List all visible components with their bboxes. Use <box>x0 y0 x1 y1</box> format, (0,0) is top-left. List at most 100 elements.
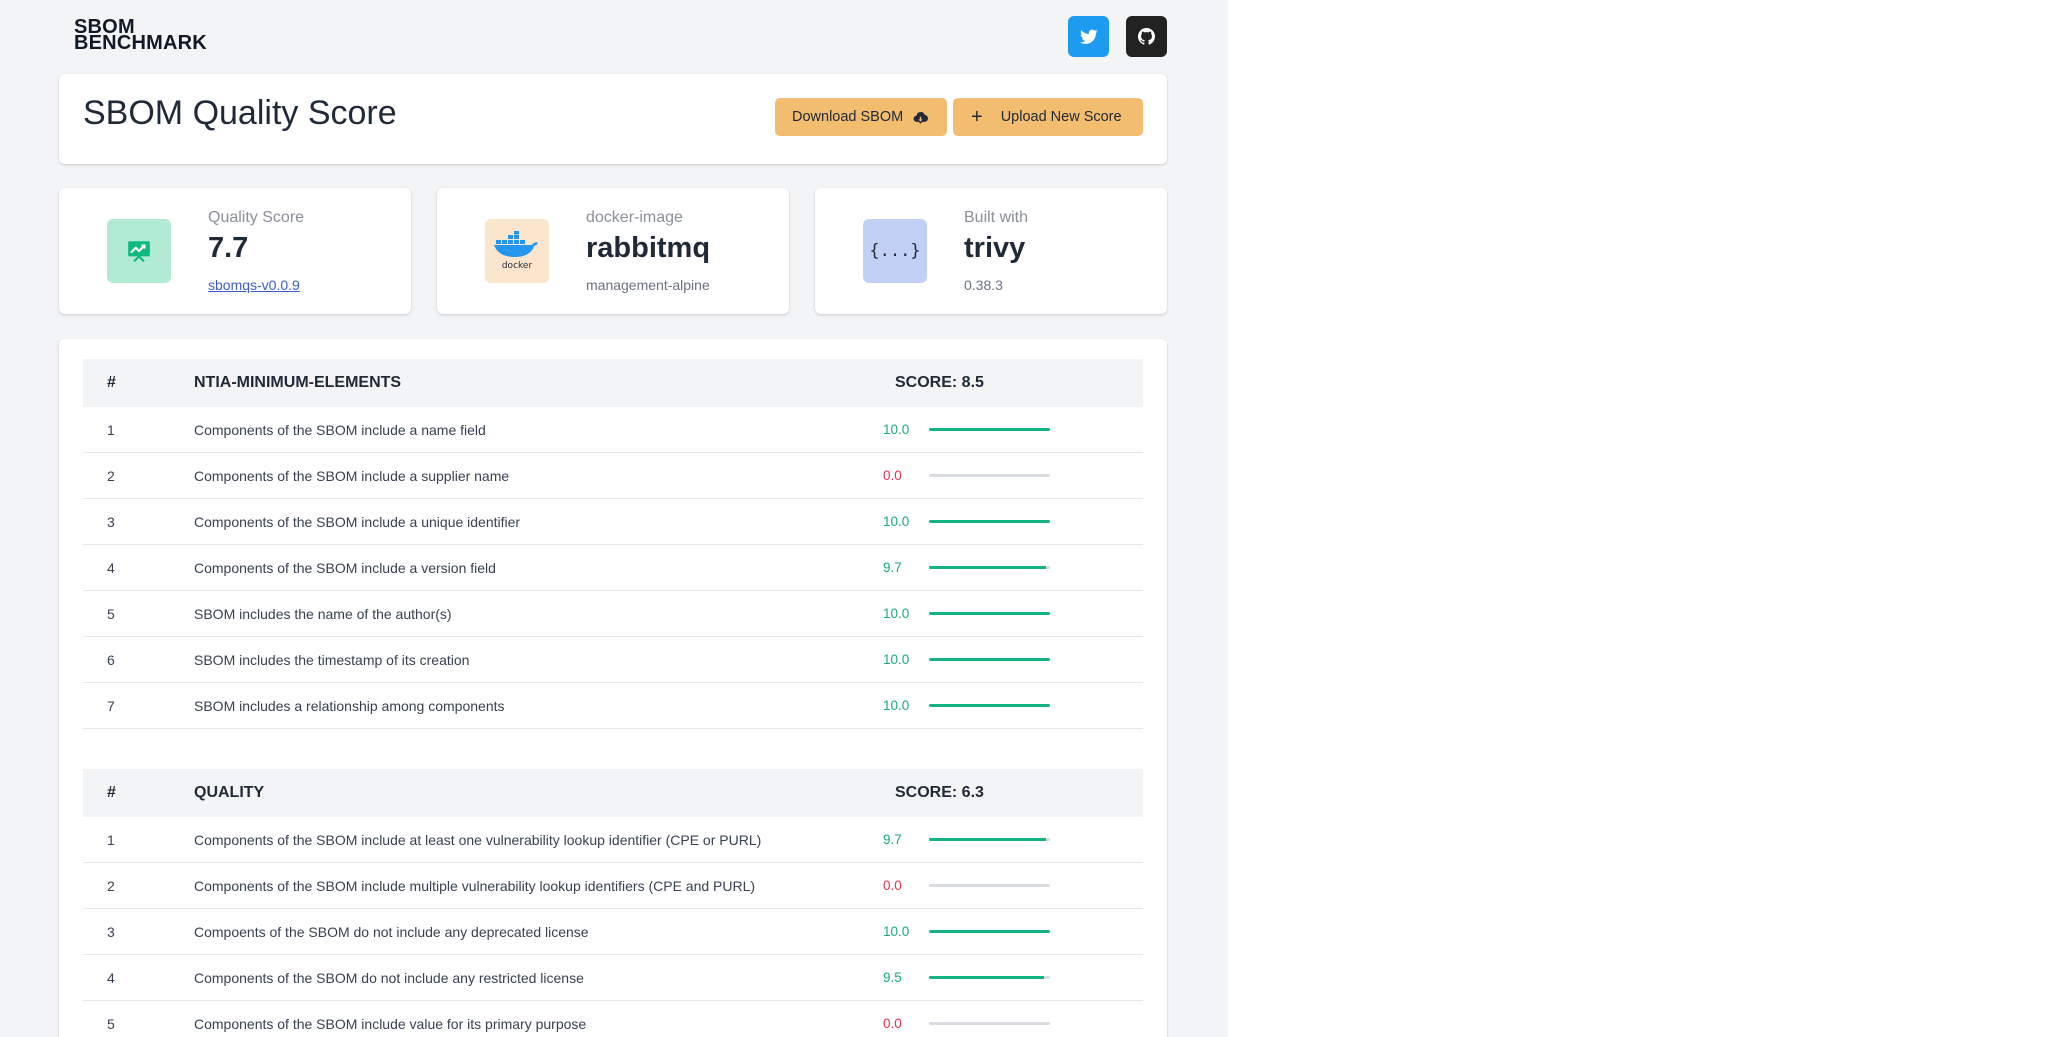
row-score-bar-fill <box>929 976 1044 979</box>
row-description: Components of the SBOM include value for… <box>194 1016 587 1032</box>
row-score-value: 9.7 <box>883 560 902 575</box>
score-tables-card: # NTIA-MINIMUM-ELEMENTS SCORE: 8.5 1 Comp… <box>59 339 1167 1037</box>
table-row: 2 Components of the SBOM include multiple… <box>83 863 1143 909</box>
row-description: Components of the SBOM do not include an… <box>194 970 584 986</box>
row-description: Components of the SBOM include at least … <box>194 832 762 848</box>
row-score-value: 10.0 <box>883 514 910 529</box>
row-score-value: 9.7 <box>883 832 902 847</box>
upload-new-score-button[interactable]: + Upload New Score <box>953 98 1143 136</box>
row-score-value: 10.0 <box>883 924 910 939</box>
row-score-value: 10.0 <box>883 422 910 437</box>
row-score-bar-fill <box>929 520 1050 523</box>
docker-icon-label: docker <box>502 261 533 271</box>
quality-section: # QUALITY SCORE: 6.3 1 Components of the … <box>83 769 1143 1037</box>
table-row: 1 Components of the SBOM include at least… <box>83 817 1143 863</box>
row-score-bar-fill <box>929 428 1050 431</box>
row-number: 5 <box>107 1016 115 1032</box>
braces-icon-label: {...} <box>869 241 921 261</box>
ntia-section: # NTIA-MINIMUM-ELEMENTS SCORE: 8.5 1 Comp… <box>83 359 1143 729</box>
built-with-card: {...} Built with trivy 0.38.3 <box>815 188 1167 314</box>
docker-image-card: docker docker-image rabbitmq management-… <box>437 188 789 314</box>
row-number: 3 <box>107 514 115 530</box>
row-number: 6 <box>107 652 115 668</box>
chart-icon <box>107 219 171 283</box>
row-description: Compoents of the SBOM do not include any… <box>194 924 589 940</box>
docker-icon: docker <box>485 219 549 283</box>
page-title: SBOM Quality Score <box>83 94 397 132</box>
table-header: # QUALITY SCORE: 6.3 <box>83 769 1143 817</box>
plus-icon: + <box>971 106 983 128</box>
table-row: 4 Components of the SBOM include a versio… <box>83 545 1143 591</box>
row-score-bar-fill <box>929 658 1050 661</box>
stat-value: trivy <box>964 232 1026 264</box>
header-num: # <box>107 374 116 391</box>
table-row: 7 SBOM includes a relationship among comp… <box>83 683 1143 729</box>
stat-value: 7.7 <box>208 232 249 264</box>
site-logo[interactable]: SBOM BENCHMARK <box>74 17 207 54</box>
row-score-value: 10.0 <box>883 606 910 621</box>
stat-label: Quality Score <box>208 209 305 226</box>
header-num: # <box>107 784 116 801</box>
header-score: SCORE: 6.3 <box>895 784 984 801</box>
stat-sub: management-alpine <box>586 277 710 293</box>
top-bar: SBOM BENCHMARK <box>0 0 1228 72</box>
row-description: Components of the SBOM include multiple … <box>194 878 756 894</box>
row-score-value: 0.0 <box>883 468 902 483</box>
row-number: 7 <box>107 698 115 714</box>
header-title: NTIA-MINIMUM-ELEMENTS <box>194 374 402 391</box>
row-score-bar <box>929 1022 1050 1025</box>
table-row: 3 Compoents of the SBOM do not include an… <box>83 909 1143 955</box>
quality-score-card: Quality Score 7.7 sbomqs-v0.0.9 <box>59 188 411 314</box>
row-score-value: 0.0 <box>883 878 902 893</box>
row-score-bar <box>929 474 1050 477</box>
table-body: 1 Components of the SBOM include a name f… <box>83 407 1143 729</box>
row-number: 2 <box>107 878 115 894</box>
header-score: SCORE: 8.5 <box>895 374 984 391</box>
row-score-value: 10.0 <box>883 698 910 713</box>
table-row: 5 SBOM includes the name of the author(s)… <box>83 591 1143 637</box>
download-sbom-label: Download SBOM <box>792 109 904 125</box>
table-row: 1 Components of the SBOM include a name f… <box>83 407 1143 453</box>
logo-line-2: BENCHMARK <box>74 32 207 54</box>
row-score-bar-fill <box>929 566 1047 569</box>
github-button[interactable] <box>1126 16 1167 57</box>
app-window: SBOM BENCHMARK SBOM Quality Score Downlo… <box>0 0 1228 1037</box>
row-score-bar <box>929 520 1050 523</box>
row-number: 2 <box>107 468 115 484</box>
stat-label: docker-image <box>586 209 683 226</box>
row-number: 1 <box>107 422 115 438</box>
stat-value: rabbitmq <box>586 232 711 264</box>
row-score-bar <box>929 884 1050 887</box>
title-card: SBOM Quality Score Download SBOM + Uploa… <box>59 74 1167 164</box>
twitter-icon <box>1079 29 1098 44</box>
table-row: 4 Components of the SBOM do not include a… <box>83 955 1143 1001</box>
row-score-bar <box>929 704 1050 707</box>
row-number: 4 <box>107 970 115 986</box>
row-number: 5 <box>107 606 115 622</box>
row-description: Components of the SBOM include a name fi… <box>194 422 486 438</box>
row-score-bar <box>929 976 1050 979</box>
row-score-value: 10.0 <box>883 652 910 667</box>
header-title: QUALITY <box>194 784 265 801</box>
row-description: Components of the SBOM include a unique … <box>194 514 521 530</box>
row-description: Components of the SBOM include a version… <box>194 560 496 576</box>
table-row: 3 Components of the SBOM include a unique… <box>83 499 1143 545</box>
sbomqs-version-link[interactable]: sbomqs-v0.0.9 <box>208 277 300 293</box>
row-number: 3 <box>107 924 115 940</box>
table-header: # NTIA-MINIMUM-ELEMENTS SCORE: 8.5 <box>83 359 1143 407</box>
braces-icon: {...} <box>863 219 927 283</box>
download-sbom-button[interactable]: Download SBOM <box>775 98 947 136</box>
row-score-bar <box>929 566 1050 569</box>
row-number: 1 <box>107 832 115 848</box>
row-score-bar-fill <box>929 704 1050 707</box>
twitter-button[interactable] <box>1068 16 1109 57</box>
upload-new-score-label: Upload New Score <box>1000 109 1122 125</box>
row-score-bar <box>929 838 1050 841</box>
row-score-bar <box>929 658 1050 661</box>
row-description: SBOM includes the name of the author(s) <box>194 606 452 622</box>
cloud-download-icon <box>913 110 929 125</box>
row-score-bar-fill <box>929 930 1050 933</box>
row-number: 4 <box>107 560 115 576</box>
stat-label: Built with <box>964 209 1029 226</box>
table-row: 2 Components of the SBOM include a suppli… <box>83 453 1143 499</box>
